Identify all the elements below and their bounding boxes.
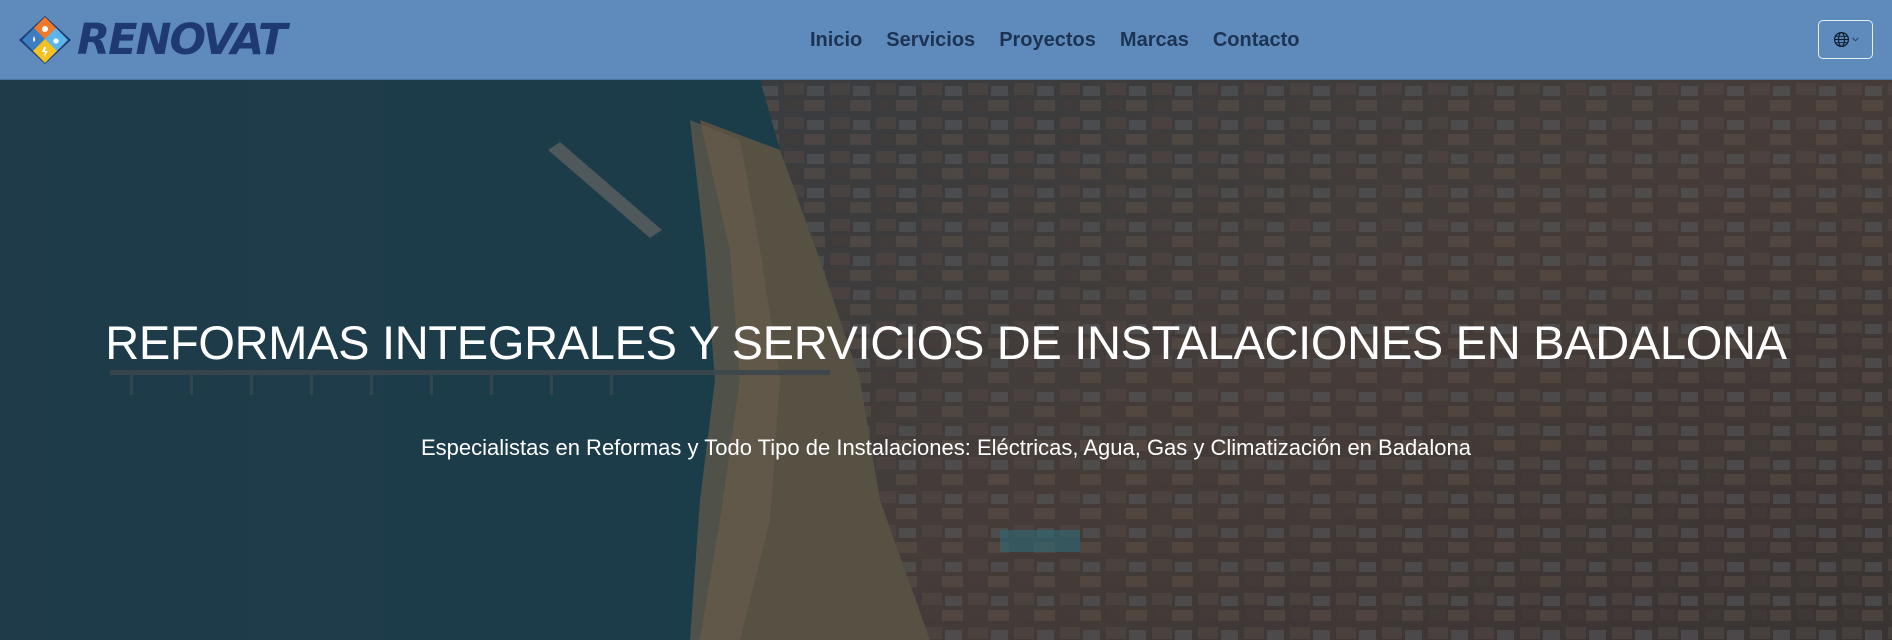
- nav-item-marcas[interactable]: Marcas: [1120, 0, 1189, 80]
- renovat-logo-icon: [19, 16, 71, 64]
- main-nav: Inicio Servicios Proyectos Marcas Contac…: [810, 0, 1324, 80]
- hero-section: REFORMAS INTEGRALES Y SERVICIOS DE INSTA…: [0, 80, 1892, 640]
- nav-item-proyectos[interactable]: Proyectos: [999, 0, 1096, 80]
- nav-item-contacto[interactable]: Contacto: [1213, 0, 1300, 80]
- nav-item-inicio[interactable]: Inicio: [810, 0, 862, 80]
- chevron-down-icon: [1851, 37, 1859, 42]
- site-header: RENOVAT Inicio Servicios Proyectos Marca…: [0, 0, 1892, 80]
- globe-icon: [1833, 31, 1849, 48]
- language-selector-button[interactable]: [1818, 20, 1873, 59]
- logo-text: RENOVAT: [77, 15, 287, 65]
- nav-item-servicios[interactable]: Servicios: [886, 0, 975, 80]
- hero-subtitle: Especialistas en Reformas y Todo Tipo de…: [420, 435, 1472, 460]
- logo-link[interactable]: RENOVAT: [17, 14, 287, 66]
- hero-title: REFORMAS INTEGRALES Y SERVICIOS DE INSTA…: [105, 316, 1787, 369]
